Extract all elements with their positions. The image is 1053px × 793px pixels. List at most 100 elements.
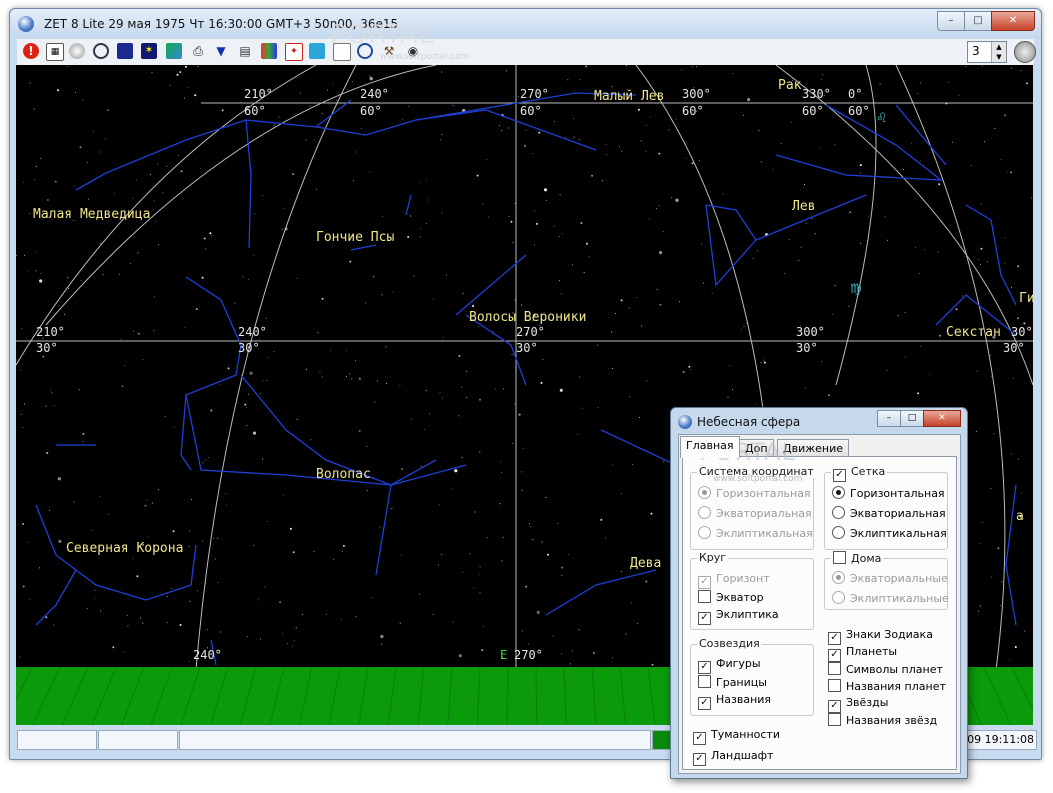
dialog-close-button[interactable]: ✕ (923, 410, 961, 427)
zodiac-signs-checkbox[interactable]: ✓ Знаки Зодиака (828, 628, 933, 645)
star (822, 74, 824, 76)
landscape-checkbox[interactable]: ✓ Ландшафт (693, 749, 773, 766)
map-icon[interactable] (166, 43, 182, 59)
star (355, 360, 356, 362)
equator-checkbox[interactable]: Экватор (698, 590, 764, 604)
star (508, 216, 510, 218)
stepper-arrows[interactable]: ▲ ▼ (991, 42, 1006, 62)
star-card-icon[interactable]: ✦ (285, 43, 303, 61)
star (137, 252, 139, 254)
compass-icon[interactable] (93, 43, 109, 59)
planet-names-checkbox[interactable]: Названия планет (828, 679, 946, 693)
star (1012, 377, 1014, 379)
grid-ecliptic-radio[interactable]: Эклиптикальная (832, 526, 947, 540)
star-names-checkbox[interactable]: Названия звёзд (828, 713, 937, 727)
tab-main[interactable]: Главная (680, 436, 740, 458)
constellation-line (705, 204, 757, 241)
target-icon[interactable] (357, 43, 373, 59)
star (514, 403, 516, 405)
planet-symbols-checkbox[interactable]: Символы планет (828, 662, 943, 676)
tab-motion[interactable]: Движение (777, 439, 850, 457)
star (439, 392, 441, 394)
star-map-icon[interactable] (309, 43, 325, 59)
list-icon[interactable] (333, 43, 351, 61)
star (458, 354, 461, 357)
star (650, 116, 652, 118)
tools-icon[interactable]: ⚒ (381, 43, 397, 59)
star (292, 551, 295, 554)
star (658, 205, 660, 207)
planets-checkbox[interactable]: ✓ Планеты (828, 645, 897, 662)
close-button[interactable]: ✕ (991, 11, 1035, 31)
star (227, 367, 230, 370)
star (418, 181, 420, 183)
star (446, 274, 447, 276)
page-icon[interactable]: ▤ (237, 43, 253, 59)
star (147, 536, 149, 538)
star (209, 232, 212, 235)
grid-equatorial-radio[interactable]: Экваториальная (832, 506, 946, 520)
figures-checkbox[interactable]: ✓ Фигуры (698, 657, 761, 674)
coord-ecliptic-radio[interactable]: Эклиптикальная (698, 526, 813, 540)
star (681, 69, 682, 71)
title-bar[interactable]: ZET 8 Lite 29 мая 1975 Чт 16:30:00 GMT+3… (10, 9, 1041, 37)
boundaries-checkbox[interactable]: Границы (698, 675, 767, 689)
star (1030, 197, 1032, 199)
print-icon[interactable]: ⎙ (190, 43, 206, 59)
stop-icon[interactable]: ! (23, 43, 39, 59)
grid-label: 270° (516, 325, 545, 339)
star (189, 530, 191, 532)
houses-equatorial-radio[interactable]: Экваториальные (832, 571, 948, 585)
star (976, 430, 978, 432)
star (440, 139, 442, 141)
star (860, 242, 861, 244)
tab-extra[interactable]: Доп (739, 439, 774, 457)
ecliptic-checkbox[interactable]: ✓ Эклиптика (698, 608, 779, 625)
houses-checkbox[interactable]: Дома (831, 551, 884, 565)
table-icon[interactable] (261, 43, 277, 59)
app-icon[interactable] (18, 16, 34, 32)
galaxy-icon[interactable]: ✶ (141, 43, 157, 59)
horizon-checkbox[interactable]: ✓ Горизонт (698, 572, 770, 589)
grid-checkbox[interactable]: ✓ Сетка (831, 465, 888, 482)
grid-horizontal-radio[interactable]: Горизонтальная (832, 486, 945, 500)
star (466, 370, 468, 372)
star (78, 389, 80, 391)
star (171, 588, 173, 590)
minimize-button[interactable]: – (937, 11, 965, 31)
houses-ecliptic-radio[interactable]: Эклиптикальные (832, 591, 949, 605)
clock-icon[interactable] (69, 43, 85, 59)
star (469, 553, 471, 555)
names-checkbox[interactable]: ✓ Названия (698, 693, 771, 710)
dialog-maximize-button[interactable]: □ (900, 410, 924, 427)
star (536, 610, 540, 615)
sky-icon[interactable] (117, 43, 133, 59)
maximize-button[interactable]: □ (964, 11, 992, 31)
star (53, 624, 55, 626)
coord-horizontal-radio[interactable]: Горизонтальная (698, 486, 811, 500)
star (501, 471, 502, 473)
star (153, 296, 155, 298)
window-title: ZET 8 Lite 29 мая 1975 Чт 16:30:00 GMT+3… (44, 17, 399, 31)
star (376, 380, 378, 382)
star (561, 653, 562, 655)
magnitude-stepper[interactable]: 3 ▲ ▼ (967, 41, 1007, 63)
star (628, 307, 630, 309)
star (659, 303, 662, 306)
grid-label: 270° (520, 87, 549, 101)
star (918, 272, 920, 274)
coord-equatorial-radio[interactable]: Экваториальная (698, 506, 812, 520)
calendar-icon[interactable]: ▦ (46, 43, 64, 61)
dialog-app-icon[interactable] (678, 415, 692, 429)
stars-checkbox[interactable]: ✓ Звёзды (828, 696, 888, 713)
grid-label: 300° (796, 325, 825, 339)
filter-icon[interactable]: ▼ (213, 43, 229, 59)
nebulae-checkbox[interactable]: ✓ Туманности (693, 728, 780, 745)
zoom-icon[interactable] (1014, 41, 1036, 63)
dialog-minimize-button[interactable]: – (877, 410, 901, 427)
star (177, 155, 179, 157)
star (479, 566, 481, 568)
camera-icon[interactable]: ◉ (405, 43, 421, 59)
star (919, 160, 921, 162)
star (614, 313, 616, 314)
